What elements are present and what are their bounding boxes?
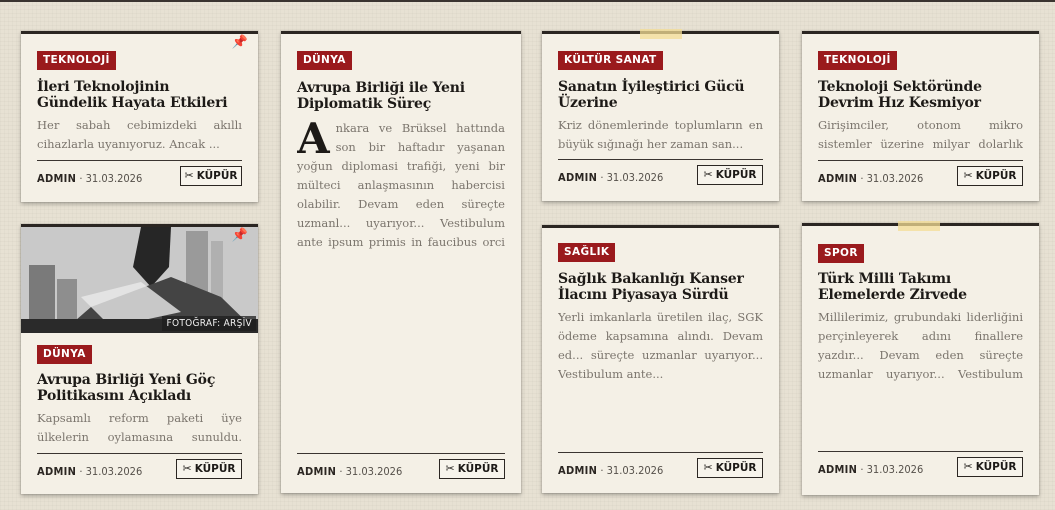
- news-card-world-1[interactable]: DÜNYA Avrupa Birliği ile Yeni Diplomatik…: [281, 31, 521, 493]
- article-meta: ADMIN · 31.03.2026: [297, 465, 402, 478]
- article-meta: ADMIN · 31.03.2026: [558, 464, 663, 477]
- scissors-icon: ✂: [963, 460, 973, 473]
- clip-label: KÜPÜR: [715, 169, 757, 181]
- publish-date: · 31.03.2026: [857, 172, 924, 185]
- category-badge[interactable]: DÜNYA: [297, 51, 352, 70]
- article-meta: ADMIN · 31.03.2026: [37, 172, 142, 185]
- article-meta: ADMIN · 31.03.2026: [37, 465, 142, 478]
- category-badge[interactable]: SPOR: [818, 244, 864, 263]
- news-card-sports[interactable]: SPOR Türk Milli Takımı Elemelerde Zirved…: [802, 221, 1039, 495]
- article-title[interactable]: Sağlık Bakanlığı Kanser İlacını Piyasaya…: [558, 271, 763, 303]
- scissors-icon: ✂: [703, 168, 713, 181]
- clip-button[interactable]: ✂ KÜPÜR: [176, 459, 242, 479]
- article-title[interactable]: İleri Teknolojinin Gündelik Hayata Etkil…: [37, 79, 242, 111]
- article-excerpt: Kapsamlı reform paketi üye ülkelerin oyl…: [37, 411, 242, 444]
- article-title[interactable]: Avrupa Birliği Yeni Göç Politikasını Açı…: [37, 372, 242, 404]
- clip-label: KÜPÜR: [196, 170, 238, 182]
- article-title[interactable]: Türk Milli Takımı Elemelerde Zirvede: [818, 271, 1023, 303]
- scissors-icon: ✂: [184, 169, 194, 182]
- clip-label: KÜPÜR: [975, 461, 1017, 473]
- author-name: ADMIN: [818, 172, 858, 185]
- author-name: ADMIN: [37, 465, 77, 478]
- card-footer: ADMIN · 31.03.2026 ✂ KÜPÜR: [558, 452, 763, 485]
- news-card-technology-1[interactable]: 📌 TEKNOLOJİ İleri Teknolojinin Gündelik …: [21, 31, 258, 202]
- clip-button[interactable]: ✂ KÜPÜR: [957, 457, 1023, 477]
- clip-label: KÜPÜR: [194, 463, 236, 475]
- publish-date: · 31.03.2026: [597, 464, 664, 477]
- category-badge[interactable]: SAĞLIK: [558, 243, 616, 262]
- article-excerpt: Ankara ve Brüksel hattında son bir hafta…: [297, 119, 505, 255]
- article-excerpt: Girişimciler, otonom mikro sistemler üze…: [818, 118, 1023, 151]
- author-name: ADMIN: [297, 465, 337, 478]
- category-badge[interactable]: TEKNOLOJİ: [37, 51, 116, 70]
- article-title[interactable]: Sanatın İyileştirici Gücü Üzerine: [558, 79, 763, 111]
- publish-date: · 31.03.2026: [857, 463, 924, 476]
- card-footer: ADMIN · 31.03.2026 ✂ KÜPÜR: [37, 160, 242, 193]
- clip-label: KÜPÜR: [715, 462, 757, 474]
- card-footer: ADMIN · 31.03.2026 ✂ KÜPÜR: [37, 453, 242, 486]
- publish-date: · 31.03.2026: [597, 171, 664, 184]
- clip-button[interactable]: ✂ KÜPÜR: [697, 165, 763, 185]
- publish-date: · 31.03.2026: [76, 465, 143, 478]
- scissors-icon: ✂: [182, 462, 192, 475]
- clip-button[interactable]: ✂ KÜPÜR: [439, 459, 505, 479]
- article-excerpt: Yerli imkanlarla üretilen ilaç, SGK ödem…: [558, 310, 763, 381]
- card-footer: ADMIN · 31.03.2026 ✂ KÜPÜR: [818, 451, 1023, 484]
- news-card-health[interactable]: SAĞLIK Sağlık Bakanlığı Kanser İlacını P…: [542, 225, 779, 493]
- article-excerpt: Millilerimiz, grubundaki liderliğini per…: [818, 310, 1023, 381]
- author-name: ADMIN: [37, 172, 77, 185]
- news-card-world-2[interactable]: FOTOĞRAF: ARŞİV 📌 DÜNYA Avrupa Birliği Y…: [21, 224, 258, 494]
- scissors-icon: ✂: [445, 462, 455, 475]
- news-card-culture-art[interactable]: KÜLTÜR SANAT Sanatın İyileştirici Gücü Ü…: [542, 29, 779, 201]
- article-meta: ADMIN · 31.03.2026: [558, 171, 663, 184]
- category-badge[interactable]: DÜNYA: [37, 345, 92, 364]
- clip-button[interactable]: ✂ KÜPÜR: [697, 458, 763, 478]
- top-border: [0, 0, 1055, 2]
- card-footer: ADMIN · 31.03.2026 ✂ KÜPÜR: [558, 159, 763, 192]
- article-meta: ADMIN · 31.03.2026: [818, 172, 923, 185]
- article-excerpt: Kriz dönemlerinde toplumların en büyük s…: [558, 118, 763, 151]
- drop-cap: A: [297, 119, 330, 163]
- article-title[interactable]: Avrupa Birliği ile Yeni Diplomatik Süreç: [297, 80, 505, 112]
- article-excerpt: Her sabah cebimizdeki akıllı cihazlarla …: [37, 118, 242, 151]
- category-badge[interactable]: TEKNOLOJİ: [818, 51, 897, 70]
- article-title[interactable]: Teknoloji Sektöründe Devrim Hız Kesmiyor: [818, 79, 1023, 111]
- card-footer: ADMIN · 31.03.2026 ✂ KÜPÜR: [818, 160, 1023, 193]
- scissors-icon: ✂: [963, 169, 973, 182]
- scissors-icon: ✂: [703, 461, 713, 474]
- category-badge[interactable]: KÜLTÜR SANAT: [558, 51, 663, 70]
- author-name: ADMIN: [558, 171, 598, 184]
- publish-date: · 31.03.2026: [76, 172, 143, 185]
- clip-button[interactable]: ✂ KÜPÜR: [957, 166, 1023, 186]
- author-name: ADMIN: [818, 463, 858, 476]
- clip-button[interactable]: ✂ KÜPÜR: [180, 166, 242, 186]
- publish-date: · 31.03.2026: [336, 465, 403, 478]
- author-name: ADMIN: [558, 464, 598, 477]
- card-footer: ADMIN · 31.03.2026 ✂ KÜPÜR: [297, 453, 505, 486]
- clip-label: KÜPÜR: [975, 170, 1017, 182]
- clip-label: KÜPÜR: [457, 463, 499, 475]
- article-meta: ADMIN · 31.03.2026: [818, 463, 923, 476]
- news-card-technology-2[interactable]: TEKNOLOJİ Teknoloji Sektöründe Devrim Hı…: [802, 31, 1039, 201]
